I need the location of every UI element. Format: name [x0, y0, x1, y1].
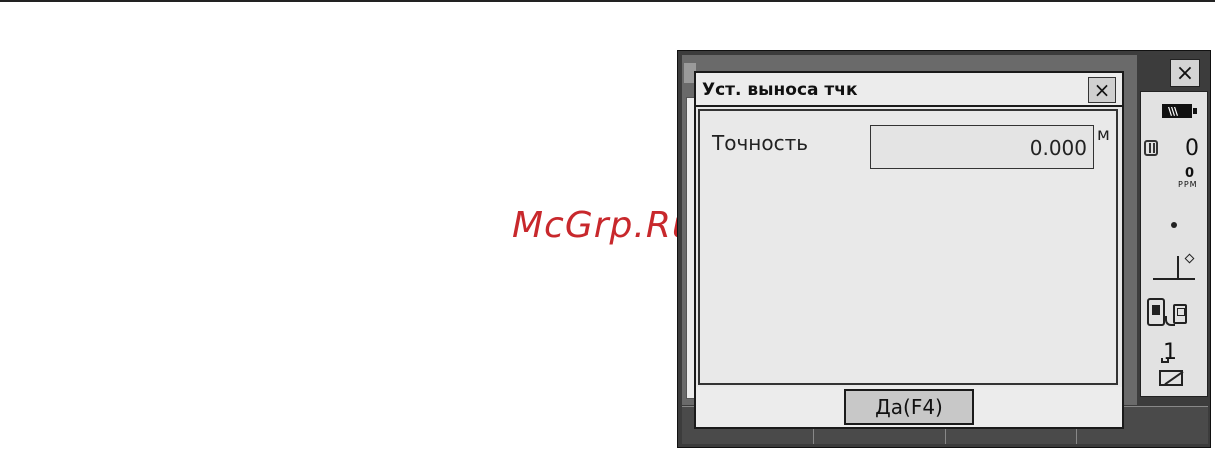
precision-input[interactable]: 0.000	[870, 125, 1094, 169]
pen-icon	[1159, 370, 1183, 386]
top-rule	[0, 0, 1215, 2]
dialog-close-button[interactable]: ×	[1088, 77, 1116, 103]
watermark-text: McGrp.Ru	[512, 205, 696, 246]
close-icon: ×	[1175, 60, 1195, 86]
bluetooth-link-icon	[1147, 298, 1203, 328]
precision-label: Точность	[712, 131, 809, 155]
ppm-label: PPM	[1178, 180, 1198, 189]
dialog-body: Точность 0.000 м	[698, 109, 1118, 385]
dialog-title: Уст. выноса тчк	[702, 80, 858, 100]
dialog-title-bar: Уст. выноса тчк ×	[696, 73, 1122, 107]
close-icon: ×	[1093, 78, 1111, 102]
prism-icon	[1144, 140, 1158, 156]
precision-unit: м	[1097, 125, 1110, 145]
precision-value: 0.000	[1029, 136, 1087, 160]
stakeout-settings-dialog: Уст. выноса тчк × Точность 0.000 м Да(F4…	[694, 71, 1124, 429]
dot-icon	[1171, 222, 1177, 228]
battery-icon: \\\	[1162, 104, 1197, 118]
ppm-value: 0	[1185, 166, 1195, 181]
input-mode-value: 1	[1163, 340, 1177, 365]
tilt-icon	[1153, 252, 1195, 280]
prism-constant-value: 0	[1185, 136, 1199, 161]
status-panel: \\\ 0 0 PPM 1	[1140, 91, 1208, 397]
dialog-footer: Да(F4)	[696, 387, 1122, 427]
window-close-button[interactable]: ×	[1170, 59, 1200, 87]
ok-button[interactable]: Да(F4)	[844, 389, 974, 425]
device-screen: × \\\ 0 0 PPM 1 Уст. выноса тчк × Точнос…	[677, 50, 1211, 448]
